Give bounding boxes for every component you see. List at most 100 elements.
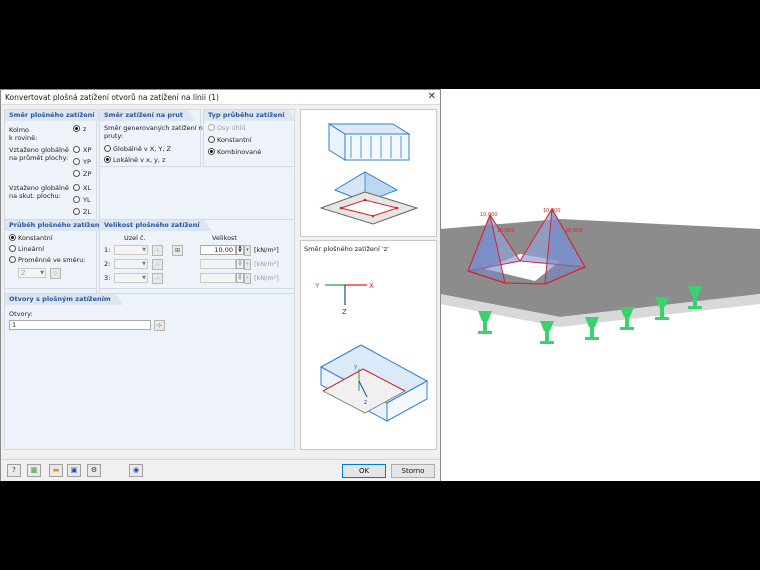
load-type-header: Typ průběhu zatížení xyxy=(204,110,296,121)
ok-button[interactable]: OK xyxy=(342,464,386,478)
view-eye-icon[interactable]: ◉ xyxy=(129,464,143,477)
row1-unit: [kN/m²] xyxy=(254,246,279,254)
dialog-footer: ? ▦ ▬ ▣ ⚙ ◉ OK Storno xyxy=(1,459,440,481)
radio-z-label: z xyxy=(83,125,87,133)
openings-input[interactable]: 1 xyxy=(9,320,151,330)
surface-course-header: Průběh plošného zatížení xyxy=(5,220,114,231)
radio-yp-label: YP xyxy=(83,158,91,166)
row1-magnitude-input[interactable]: 10.00 xyxy=(200,245,236,255)
member-direction-description: Směr generovaných zatížení na pruty: xyxy=(104,124,207,140)
save-icon[interactable]: ▣ xyxy=(67,464,81,477)
row3-unit: [kN/m²] xyxy=(254,274,279,282)
load-value-label: 10.000 xyxy=(497,228,515,234)
radio-load-combined-label: Kombinované xyxy=(217,148,262,156)
radio-course-constant[interactable] xyxy=(9,234,16,241)
global-true-label: Vztaženo globálně na skut. plochu: xyxy=(9,184,69,200)
row2-magnitude-input[interactable] xyxy=(200,259,236,269)
radio-xl[interactable] xyxy=(73,184,80,191)
row1-spinner[interactable]: ▲ ▼ xyxy=(236,245,244,255)
radio-zp[interactable] xyxy=(73,170,80,177)
axis-x-label: X xyxy=(369,282,374,290)
radio-load-constant-label: Konstantní xyxy=(217,136,252,144)
chevron-down-icon[interactable]: ▼ xyxy=(140,245,148,255)
radio-course-variable[interactable] xyxy=(9,256,16,263)
radio-course-variable-label: Proměnné ve směru: xyxy=(18,256,86,264)
local-z-label: z xyxy=(364,399,367,406)
radio-axis-angle-label: Osy úhlů xyxy=(217,124,246,132)
close-icon[interactable]: ✕ xyxy=(428,91,436,103)
settings-icon[interactable]: ⚙ xyxy=(87,464,101,477)
radio-xp-label: XP xyxy=(83,146,92,154)
chevron-down-icon[interactable]: ▼ xyxy=(140,273,148,283)
radio-yl[interactable] xyxy=(73,196,80,203)
surface-load-preview xyxy=(319,123,419,225)
radio-load-constant[interactable] xyxy=(208,136,215,143)
row3-magnitude-menu-icon[interactable]: ▾ xyxy=(244,273,251,284)
convert-loads-dialog: Konvertovat plošná zatížení otvorů na za… xyxy=(0,89,441,481)
row1-pick-node-icon[interactable]: ⊹ xyxy=(152,245,163,256)
load-direction-preview: X Y Z y z xyxy=(314,282,429,422)
radio-course-linear-label: Lineární xyxy=(18,245,45,253)
preview-top xyxy=(300,109,437,237)
global-projected-label: Vztaženo globálně na průmět plochy: xyxy=(9,146,69,162)
radio-member-global[interactable] xyxy=(104,145,111,152)
radio-course-linear[interactable] xyxy=(9,245,16,252)
support-icon xyxy=(585,317,599,340)
radio-member-local[interactable] xyxy=(104,156,111,163)
surface-magnitude-header: Velikost plošného zatížení xyxy=(100,220,212,231)
row1-pick-all-icon[interactable]: ⊞ xyxy=(172,245,183,256)
node-column-header: Uzel č. xyxy=(124,234,146,242)
axis-z-label: Z xyxy=(342,308,347,316)
chevron-down-icon[interactable]: ▼ xyxy=(38,268,46,278)
axis-y-label: Y xyxy=(314,282,320,290)
title-bar: Konvertovat plošná zatížení otvorů na za… xyxy=(1,90,440,105)
support-icon xyxy=(540,321,554,344)
pick-direction-icon[interactable]: ⊹ xyxy=(50,268,61,279)
member-direction-header: Směr zatížení na prut xyxy=(100,110,195,121)
surface-magnitude-group: Velikost plošného zatížení Uzel č. Velik… xyxy=(99,219,295,289)
preview-bottom: Směr plošného zatížení 'z' X Y Z y z xyxy=(300,240,437,450)
row2-spinner[interactable]: ▲ ▼ xyxy=(236,259,244,269)
load-value-label: 10.000 xyxy=(565,228,583,234)
row2-pick-node-icon[interactable]: ⊹ xyxy=(152,259,163,270)
radio-zl-label: ZL xyxy=(83,208,92,216)
chevron-down-icon[interactable]: ▼ xyxy=(140,259,148,269)
row3-pick-node-icon[interactable]: ⊹ xyxy=(152,273,163,284)
openings-header: Otvory s plošným zatížením xyxy=(5,294,123,305)
cancel-button[interactable]: Storno xyxy=(391,464,435,478)
load-value-label: 10.000 xyxy=(543,208,561,214)
local-y-label: y xyxy=(354,363,358,370)
openings-label: Otvory: xyxy=(9,310,33,318)
help-icon[interactable]: ? xyxy=(7,464,21,477)
radio-axis-angle[interactable] xyxy=(208,124,215,131)
magnitude-column-header: Velikost xyxy=(212,234,237,242)
row3-magnitude-input[interactable] xyxy=(200,273,236,283)
radio-zl[interactable] xyxy=(73,208,80,215)
radio-xp[interactable] xyxy=(73,146,80,153)
units-icon[interactable]: ▦ xyxy=(27,464,41,477)
open-folder-icon[interactable]: ▬ xyxy=(49,464,63,477)
radio-zp-label: ZP xyxy=(83,170,92,178)
support-icon xyxy=(478,311,492,334)
radio-member-local-label: Lokálně v x, y, z xyxy=(113,156,166,164)
radio-load-combined[interactable] xyxy=(208,148,215,155)
row1-label: 1: xyxy=(104,246,111,254)
radio-z[interactable] xyxy=(73,125,80,132)
row1-magnitude-menu-icon[interactable]: ▾ xyxy=(244,245,251,256)
radio-xl-label: XL xyxy=(83,184,92,192)
radio-yl-label: YL xyxy=(83,196,91,204)
pick-openings-icon[interactable]: ⊹ xyxy=(154,320,165,331)
load-type-group: Typ průběhu zatížení Osy úhlů Konstantní… xyxy=(203,109,295,167)
row2-label: 2: xyxy=(104,260,111,268)
openings-group: Otvory s plošným zatížením Otvory: 1 ⊹ xyxy=(4,293,295,450)
radio-yp[interactable] xyxy=(73,158,80,165)
row3-label: 3: xyxy=(104,274,111,282)
row2-unit: [kN/m²] xyxy=(254,260,279,268)
perpendicular-label: Kolmo k rovině: xyxy=(9,126,38,142)
dialog-title: Konvertovat plošná zatížení otvorů na za… xyxy=(5,93,219,102)
row3-spinner[interactable]: ▲ ▼ xyxy=(236,273,244,283)
surface-direction-header: Směr plošného zatížení xyxy=(5,110,107,121)
row2-magnitude-menu-icon[interactable]: ▾ xyxy=(244,259,251,270)
radio-course-constant-label: Konstantní xyxy=(18,234,53,242)
member-direction-group: Směr zatížení na prut Směr generovaných … xyxy=(99,109,207,167)
